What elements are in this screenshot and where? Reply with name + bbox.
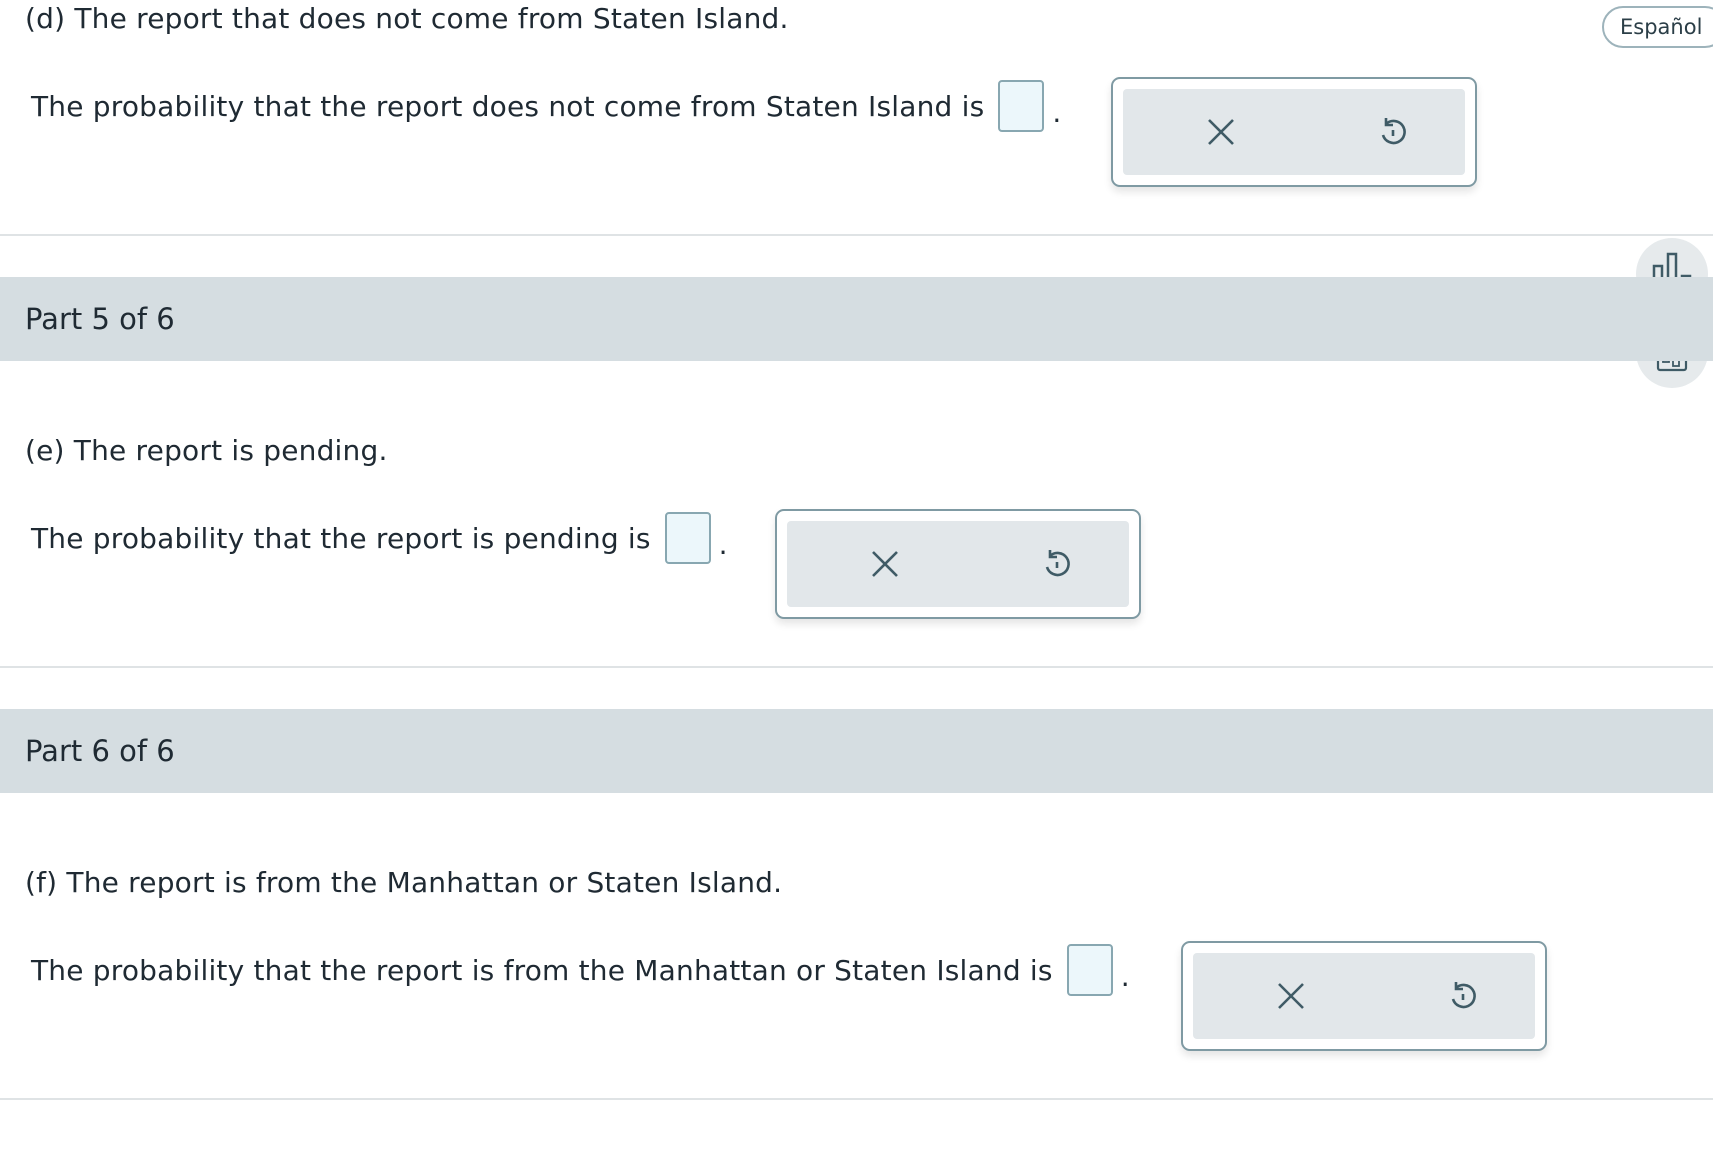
question-d-undo-button[interactable] <box>1368 107 1418 157</box>
language-toggle-label: Español <box>1620 15 1703 39</box>
tool-panel-inner <box>1193 953 1535 1039</box>
section-divider <box>0 666 1713 668</box>
tool-panel-inner <box>787 521 1129 607</box>
close-icon <box>1208 119 1234 145</box>
question-f-answer-input[interactable] <box>1066 944 1113 996</box>
question-e-answer-input[interactable] <box>664 512 711 564</box>
question-f-prompt: (f) The report is from the Manhattan or … <box>25 866 783 899</box>
question-d-tool-panel <box>1111 77 1477 187</box>
question-e-period: . <box>718 527 728 561</box>
question-e-answer-text: The probability that the report is pendi… <box>31 521 651 555</box>
question-f-answer-text: The probability that the report is from … <box>31 953 1053 987</box>
question-e-clear-button[interactable] <box>860 539 910 589</box>
part-6-header: Part 6 of 6 <box>0 709 1713 793</box>
question-f-answer-row: The probability that the report is from … <box>31 944 1130 996</box>
section-divider <box>0 1098 1713 1100</box>
tool-panel-inner <box>1123 89 1465 175</box>
question-d-period: . <box>1052 95 1062 129</box>
part-5-label: Part 5 of 6 <box>25 302 175 336</box>
page: Español (d) The report that does not com… <box>0 0 1713 1171</box>
question-f-undo-button[interactable] <box>1438 971 1488 1021</box>
close-icon <box>872 551 898 577</box>
language-toggle-button[interactable]: Español <box>1602 6 1713 48</box>
question-d-answer-row: The probability that the report does not… <box>31 80 1062 132</box>
question-d-clear-button[interactable] <box>1196 107 1246 157</box>
question-d-answer-text: The probability that the report does not… <box>31 89 985 123</box>
question-f-clear-button[interactable] <box>1266 971 1316 1021</box>
question-f-period: . <box>1120 959 1130 993</box>
question-e-tool-panel <box>775 509 1141 619</box>
undo-icon <box>1381 118 1406 145</box>
section-divider <box>0 234 1713 236</box>
part-6-label: Part 6 of 6 <box>25 734 175 768</box>
question-e-answer-row: The probability that the report is pendi… <box>31 512 728 564</box>
undo-icon <box>1451 982 1476 1009</box>
part-5-header: Part 5 of 6 <box>0 277 1713 361</box>
question-d-prompt: (d) The report that does not come from S… <box>25 2 789 35</box>
question-f-tool-panel <box>1181 941 1547 1051</box>
question-e-prompt: (e) The report is pending. <box>25 434 388 467</box>
question-d-answer-input[interactable] <box>998 80 1045 132</box>
close-icon <box>1278 983 1304 1009</box>
question-e-undo-button[interactable] <box>1032 539 1082 589</box>
undo-icon <box>1045 550 1070 577</box>
